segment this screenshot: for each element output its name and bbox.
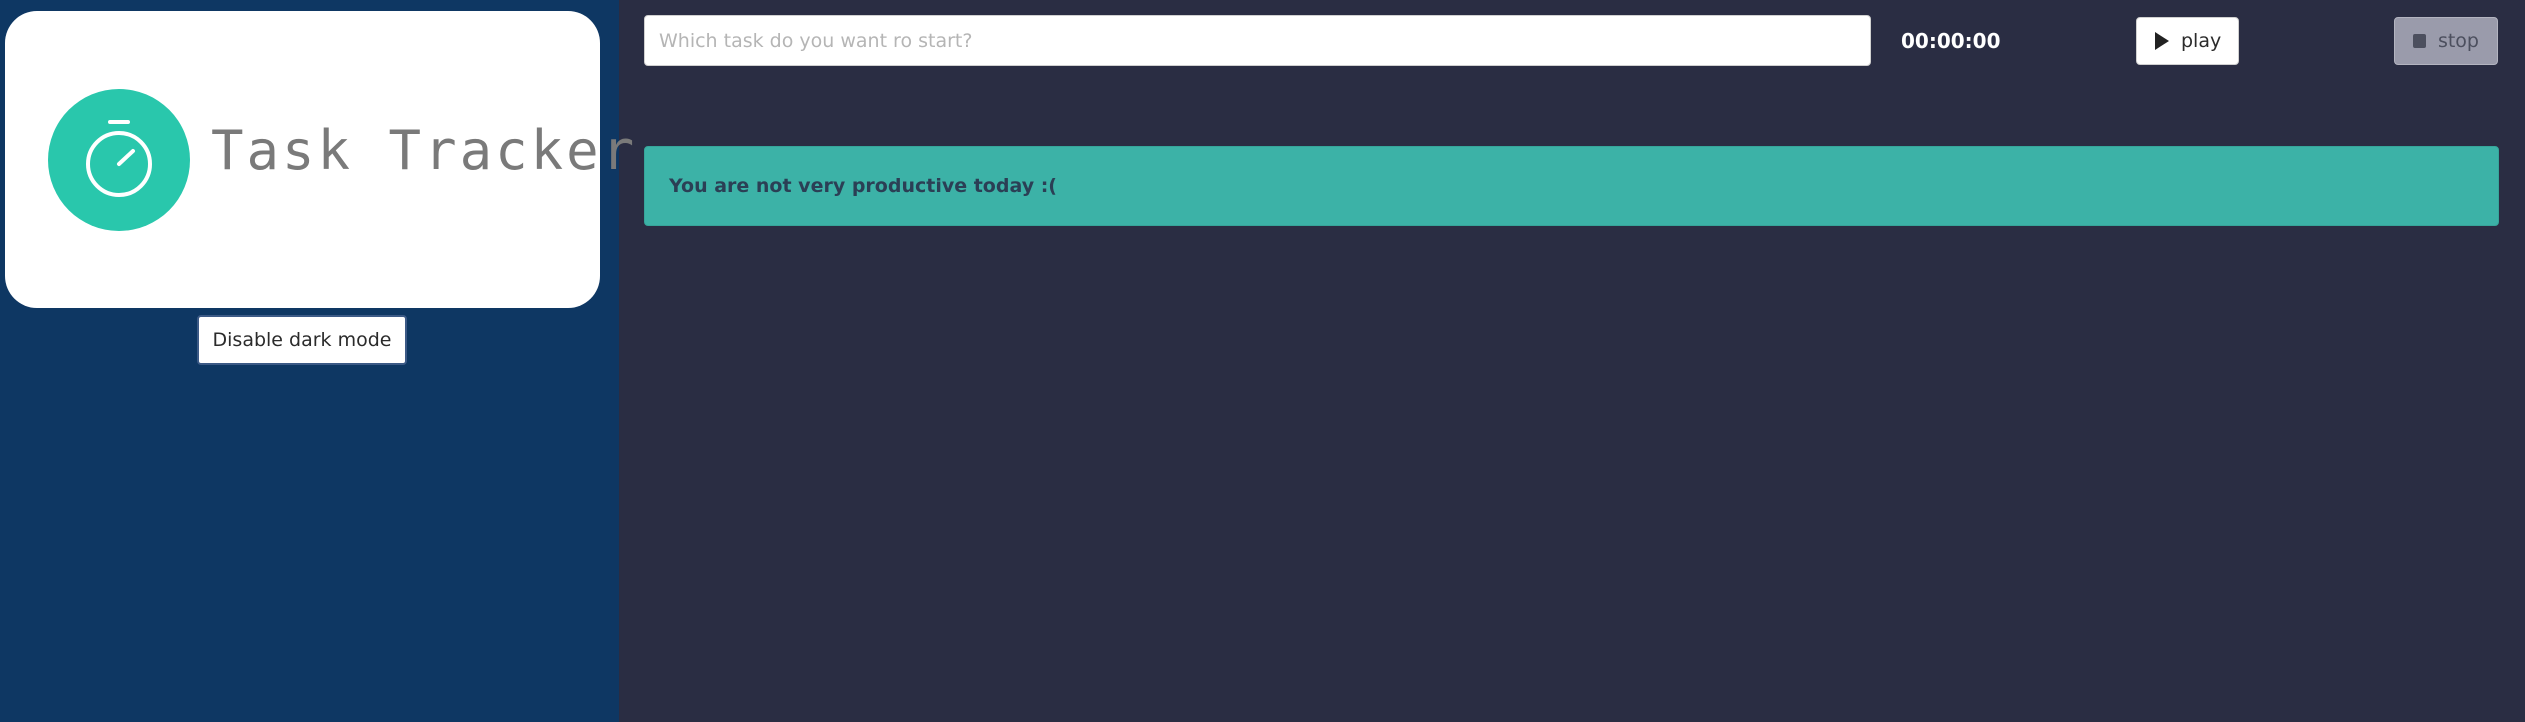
- play-label: play: [2181, 30, 2222, 52]
- play-button[interactable]: play: [2136, 17, 2239, 65]
- task-input[interactable]: [644, 15, 1871, 66]
- app-title: Task Tracker: [211, 119, 638, 182]
- disable-dark-mode-button[interactable]: Disable dark mode: [197, 315, 407, 365]
- productivity-alert: You are not very productive today :(: [644, 146, 2499, 226]
- stop-label: stop: [2437, 30, 2479, 52]
- stopwatch-icon: [48, 89, 190, 231]
- sidebar: Task Tracker Disable dark mode: [0, 0, 634, 722]
- play-icon: [2155, 32, 2169, 50]
- productivity-message: You are not very productive today :(: [669, 175, 1057, 197]
- stop-icon: [2413, 34, 2426, 48]
- app-logo-card: Task Tracker: [5, 11, 634, 308]
- stop-button[interactable]: stop: [2394, 17, 2498, 65]
- timer-display: 00:00:00: [1901, 29, 2001, 53]
